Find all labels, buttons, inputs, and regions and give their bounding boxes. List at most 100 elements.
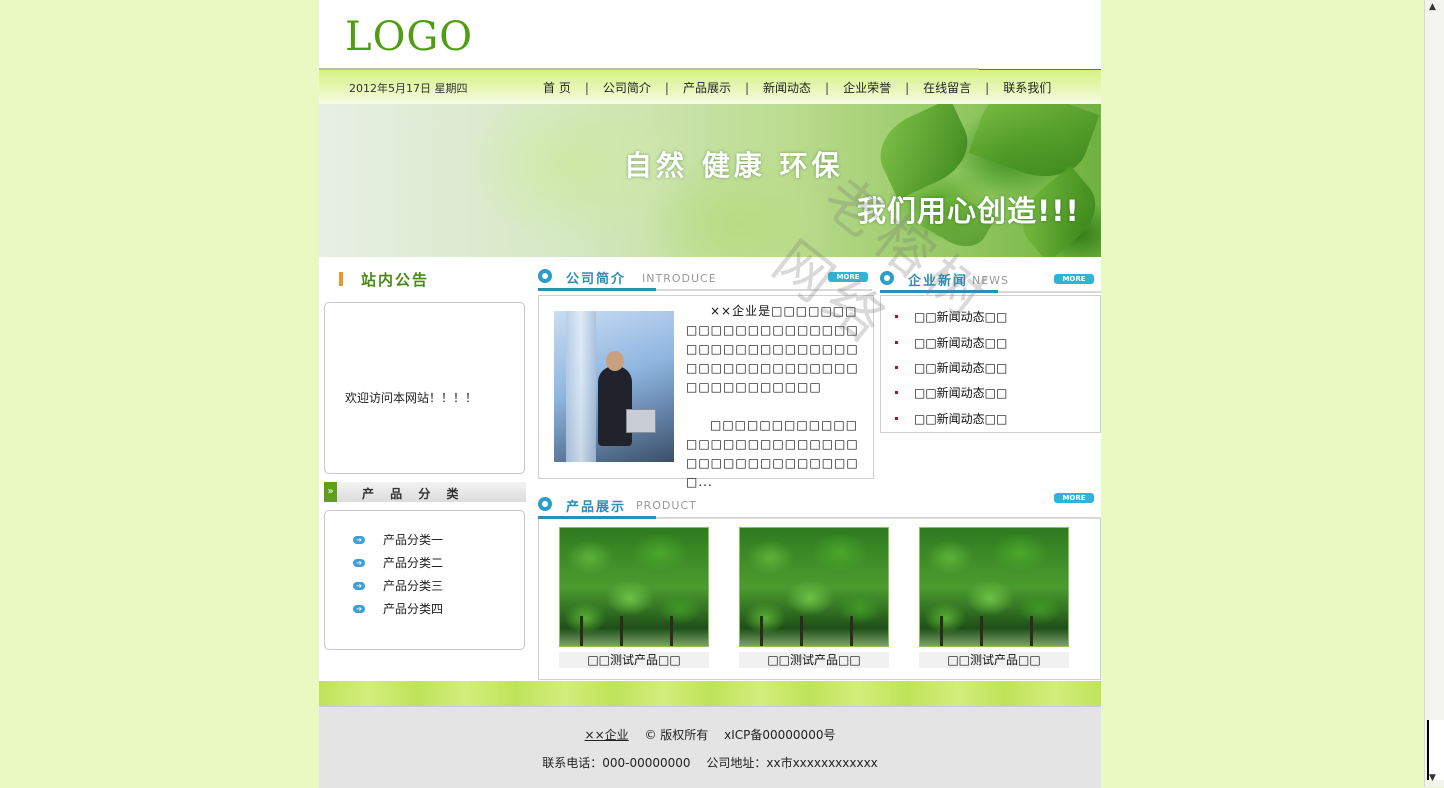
product-image[interactable]	[559, 527, 709, 647]
nav-item-message[interactable]: 在线留言 |	[923, 79, 1003, 96]
nav-item-contact[interactable]: 联系我们	[1003, 79, 1051, 96]
intro-underline	[538, 288, 656, 291]
nav-separator: |	[584, 80, 589, 95]
news-list: □□新闻动态□□ □□新闻动态□□ □□新闻动态□□ □□新闻动态□□ □□新闻…	[895, 304, 1007, 431]
category-item-label[interactable]: 产品分类二	[383, 554, 443, 571]
notice-marker-icon	[339, 272, 343, 286]
leaf-decoration	[868, 104, 980, 200]
news-item[interactable]: □□新闻动态□□	[895, 304, 1007, 329]
footer-line-1: ××企业 © 版权所有 xICP备00000000号	[319, 726, 1101, 743]
tree-trunk	[800, 616, 803, 646]
person-head	[606, 351, 624, 371]
product-title-en: PRODUCT	[636, 499, 697, 512]
product-more-button[interactable]: MORE	[1054, 493, 1094, 503]
nav-separator: |	[825, 80, 830, 95]
intro-text: ××企业是□□□□□□□□□□□□□□□□□□□□□□□□□□□□□□□□□□□…	[686, 302, 868, 511]
arrow-right-icon: ➔	[353, 535, 365, 544]
page-container: LOGO 2012年5月17日 星期四 首 页 | 公司简介 | 产品展示 | 新闻动…	[319, 0, 1101, 788]
product-caption[interactable]: □□测试产品□□	[559, 652, 709, 668]
person-body	[598, 366, 632, 446]
nav-item-honors[interactable]: 企业荣誉 |	[843, 79, 923, 96]
briefcase-shape	[626, 409, 656, 433]
category-item-label[interactable]: 产品分类四	[383, 600, 443, 617]
header: LOGO	[319, 0, 1101, 71]
circle-bullet-icon	[880, 271, 894, 285]
footer-icp[interactable]: xICP备00000000号	[724, 728, 835, 742]
product-caption[interactable]: □□测试产品□□	[919, 652, 1069, 668]
intro-more-button[interactable]: MORE	[828, 272, 868, 282]
intro-panel: ××企业是□□□□□□□□□□□□□□□□□□□□□□□□□□□□□□□□□□□…	[538, 295, 874, 489]
product-panel: □□测试产品□□ □□测试产品□□ □□测试产品□□	[538, 519, 1101, 680]
news-item-label[interactable]: □□新闻动态□□	[914, 410, 1007, 427]
news-item[interactable]: □□新闻动态□□	[895, 329, 1007, 354]
category-item-label[interactable]: 产品分类一	[383, 531, 443, 548]
tree-trunk	[670, 616, 673, 646]
category-item[interactable]: ➔ 产品分类一	[353, 528, 443, 551]
footer-phone: 联系电话：000-00000000	[542, 756, 691, 770]
news-more-button[interactable]: MORE	[1054, 274, 1094, 284]
nav-item-label[interactable]: 联系我们	[1003, 79, 1051, 96]
product-image[interactable]	[919, 527, 1069, 647]
nav-item-label[interactable]: 在线留言	[923, 79, 971, 96]
nav-separator: |	[905, 80, 910, 95]
product-card[interactable]: □□测试产品□□	[559, 527, 709, 668]
nav-item-label[interactable]: 公司简介	[603, 79, 651, 96]
building-shape	[566, 311, 596, 462]
nav-item-about[interactable]: 公司简介 |	[603, 79, 683, 96]
category-item[interactable]: ➔ 产品分类二	[353, 551, 443, 574]
nav-separator: |	[664, 80, 669, 95]
category-item-label[interactable]: 产品分类三	[383, 577, 443, 594]
tree-trunk	[760, 616, 763, 646]
left-sidebar: 站内公告 欢迎访问本网站！！！！ » 产 品 分 类 ➔ 产品分类一 ➔ 产品分类二…	[324, 258, 526, 650]
news-underline	[880, 290, 998, 293]
category-list: ➔ 产品分类一 ➔ 产品分类二 ➔ 产品分类三 ➔ 产品分类四	[353, 528, 443, 620]
intro-section-header: 公司简介 INTRODUCE MORE	[538, 262, 872, 292]
category-item[interactable]: ➔ 产品分类三	[353, 574, 443, 597]
product-caption[interactable]: □□测试产品□□	[739, 652, 889, 668]
nav-item-label[interactable]: 首 页	[543, 79, 571, 96]
nav-item-products[interactable]: 产品展示 |	[683, 79, 763, 96]
scrollbar-thumb[interactable]	[1427, 720, 1444, 780]
footer-band	[319, 681, 1101, 706]
news-item[interactable]: □□新闻动态□□	[895, 380, 1007, 405]
footer-copyright: © 版权所有	[644, 728, 709, 742]
product-section-header: 产品展示 PRODUCT MORE	[538, 490, 1101, 520]
intro-title-en: INTRODUCE	[642, 272, 717, 285]
product-image[interactable]	[739, 527, 889, 647]
nav-item-label[interactable]: 企业荣誉	[843, 79, 891, 96]
tree-trunk	[1030, 616, 1033, 646]
news-item[interactable]: □□新闻动态□□	[895, 355, 1007, 380]
news-title: 企业新闻	[908, 274, 969, 289]
news-item[interactable]: □□新闻动态□□	[895, 406, 1007, 431]
footer-address: 公司地址：xx市xxxxxxxxxxxx	[706, 756, 878, 770]
nav-separator: |	[744, 80, 749, 95]
footer: ××企业 © 版权所有 xICP备00000000号 联系电话：000-0000…	[319, 706, 1101, 788]
nav-item-news[interactable]: 新闻动态 |	[763, 79, 843, 96]
tree-trunk	[850, 616, 853, 646]
tree-trunk	[580, 616, 583, 646]
category-item[interactable]: ➔ 产品分类四	[353, 597, 443, 620]
arrow-right-icon: ➔	[353, 604, 365, 613]
scroll-down-icon[interactable]: ▼	[1429, 773, 1436, 783]
nav-item-label[interactable]: 产品展示	[683, 79, 731, 96]
footer-line-2: 联系电话：000-00000000 公司地址：xx市xxxxxxxxxxxx	[319, 754, 1101, 771]
nav-item-home[interactable]: 首 页 |	[543, 79, 603, 96]
logo[interactable]: LOGO	[345, 14, 473, 60]
product-title: 产品展示	[566, 500, 627, 515]
bullet-icon	[895, 416, 898, 420]
news-item-label[interactable]: □□新闻动态□□	[914, 384, 1007, 401]
news-item-label[interactable]: □□新闻动态□□	[914, 308, 1007, 325]
tree-trunk	[620, 616, 623, 646]
footer-company-link[interactable]: ××企业	[585, 728, 629, 742]
tree-trunk	[940, 616, 943, 646]
nav-item-label[interactable]: 新闻动态	[763, 79, 811, 96]
vertical-scrollbar[interactable]: ▲ ▼	[1424, 0, 1444, 787]
category-header: » 产 品 分 类	[324, 482, 526, 502]
news-underline-gray	[998, 291, 1101, 293]
product-card[interactable]: □□测试产品□□	[919, 527, 1069, 668]
arrow-right-icon: ➔	[353, 558, 365, 567]
news-item-label[interactable]: □□新闻动态□□	[914, 334, 1007, 351]
product-card[interactable]: □□测试产品□□	[739, 527, 889, 668]
news-item-label[interactable]: □□新闻动态□□	[914, 359, 1007, 376]
scroll-up-icon[interactable]: ▲	[1429, 2, 1436, 12]
